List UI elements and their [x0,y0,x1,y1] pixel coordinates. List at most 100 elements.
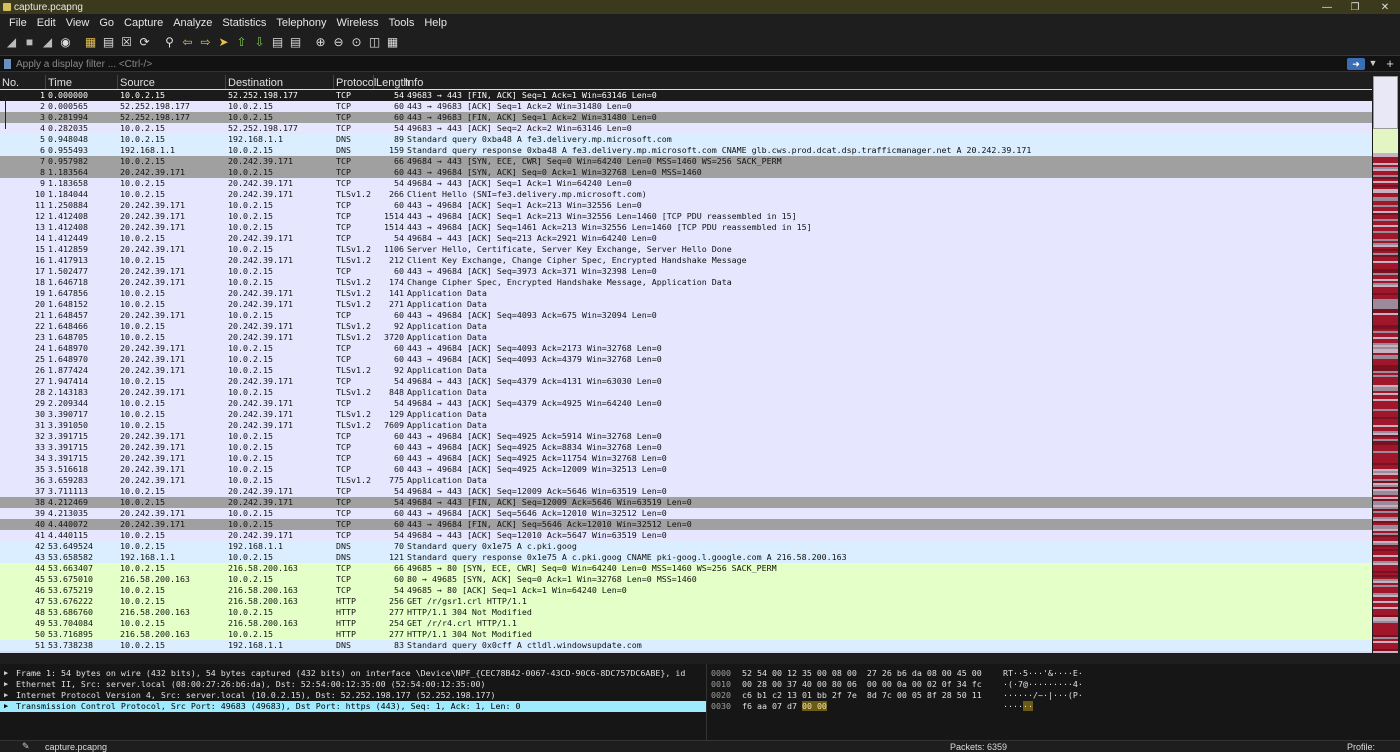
packet-row[interactable]: 43 53.658582 192.168.1.1 10.0.2.15 DNS 121 Sta… [0,552,1372,563]
packet-row[interactable]: 23 1.648705 10.0.2.15 20.242.39.171 TLSv1.2 3… [0,332,1372,343]
chevron-right-icon[interactable]: ▶ [4,701,8,712]
hex-ascii[interactable]: ·(·7@·········4· [1003,679,1083,690]
packet-row[interactable]: 19 1.647856 10.0.2.15 20.242.39.171 TLSv1.2 1… [0,288,1372,299]
packet-row[interactable]: 45 53.675010 216.58.200.163 10.0.2.15 TCP 60 8… [0,574,1372,585]
find-packet-icon[interactable]: ⚲ [162,35,177,50]
expert-info-icon[interactable]: ✎ [22,741,30,752]
restore-button[interactable]: ❐ [1340,0,1370,14]
packet-row[interactable]: 24 1.648970 20.242.39.171 10.0.2.15 TCP 60 443… [0,343,1372,354]
zoom-in-icon[interactable]: ⊕ [313,35,328,50]
packet-row[interactable]: 25 1.648970 20.242.39.171 10.0.2.15 TCP 60 443… [0,354,1372,365]
packet-row[interactable]: 40 4.440072 20.242.39.171 10.0.2.15 TCP 60 443… [0,519,1372,530]
detail-tree-item[interactable]: ▶ Ethernet II, Src: server.local (08:00:2… [0,679,706,690]
chevron-down-icon[interactable]: ▼ [1368,58,1378,70]
hex-ascii[interactable]: ······ [1003,701,1033,712]
autoscroll-icon[interactable]: ▤ [270,35,285,50]
packet-row[interactable]: 15 1.412859 20.242.39.171 10.0.2.15 TLSv1.2 1… [0,244,1372,255]
colorize-icon[interactable]: ▤ [288,35,303,50]
packet-row[interactable]: 31 3.391050 10.0.2.15 20.242.39.171 TLSv1.2 7… [0,420,1372,431]
close-button[interactable]: ✕ [1370,0,1400,14]
packet-row[interactable]: 17 1.502477 20.242.39.171 10.0.2.15 TCP 60 443… [0,266,1372,277]
packet-row[interactable]: 34 3.391715 20.242.39.171 10.0.2.15 TCP 60 443… [0,453,1372,464]
go-first-packet-icon[interactable]: ⇧ [234,35,249,50]
packet-row[interactable]: 32 3.391715 20.242.39.171 10.0.2.15 TCP 60 443… [0,431,1372,442]
capture-options-icon[interactable]: ◉ [58,35,73,50]
scrollbar-thumb[interactable] [1373,76,1398,129]
go-forward-icon[interactable]: ⇨ [198,35,213,50]
packet-row[interactable]: 46 53.675219 10.0.2.15 216.58.200.163 TCP 54 4… [0,585,1372,596]
resize-columns-icon[interactable]: ◫ [367,35,382,50]
packet-list-minimap-scrollbar[interactable] [1372,75,1400,653]
chevron-right-icon[interactable]: ▶ [4,668,8,679]
packet-row[interactable]: 16 1.417913 10.0.2.15 20.242.39.171 TLSv1.2 2… [0,255,1372,266]
packet-list[interactable]: No. Time Source Destination Protocol Len… [0,75,1372,653]
packet-row[interactable]: 51 53.738238 10.0.2.15 192.168.1.1 DNS 83 Stan… [0,640,1372,651]
menu-tools[interactable]: Tools [384,17,420,29]
minimize-button[interactable]: — [1312,0,1342,14]
save-file-icon[interactable]: ▤ [101,35,116,50]
menu-go[interactable]: Go [94,17,119,29]
column-protocol[interactable]: Protocol [336,77,376,89]
column-source[interactable]: Source [120,77,155,89]
menu-edit[interactable]: Edit [32,17,61,29]
packet-row[interactable]: 20 1.648152 10.0.2.15 20.242.39.171 TLSv1.2 2… [0,299,1372,310]
packet-row[interactable]: 44 53.663407 10.0.2.15 216.58.200.163 TCP 66 4… [0,563,1372,574]
menu-wireless[interactable]: Wireless [332,17,384,29]
packet-row[interactable]: 29 2.209344 10.0.2.15 20.242.39.171 TCP 54 496… [0,398,1372,409]
detail-tree-item[interactable]: ▶ Transmission Control Protocol, Src Port… [0,701,706,712]
chevron-right-icon[interactable]: ▶ [4,690,8,701]
menu-view[interactable]: View [61,17,95,29]
packet-row[interactable]: 38 4.212469 10.0.2.15 20.242.39.171 TCP 54 496… [0,497,1372,508]
packet-row[interactable]: 12 1.412408 20.242.39.171 10.0.2.15 TCP 1514 4… [0,211,1372,222]
apply-filter-arrow-icon[interactable]: ➜ [1347,58,1365,70]
menu-capture[interactable]: Capture [119,17,168,29]
packet-row[interactable]: 22 1.648466 10.0.2.15 20.242.39.171 TLSv1.2 9… [0,321,1372,332]
packet-details-pane[interactable]: ▶ Frame 1: 54 bytes on wire (432 bits), 5… [0,664,706,740]
packet-row[interactable]: 2 0.000565 52.252.198.177 10.0.2.15 TCP 60 443… [0,101,1372,112]
stop-capture-icon[interactable]: ■ [22,35,37,50]
packet-row[interactable]: 41 4.440115 10.0.2.15 20.242.39.171 TCP 54 496… [0,530,1372,541]
reload-file-icon[interactable]: ⟳ [137,35,152,50]
open-file-icon[interactable]: ▦ [83,35,98,50]
go-to-packet-icon[interactable]: ➤ [216,35,231,50]
column-info[interactable]: Info [405,77,423,89]
restart-capture-icon[interactable]: ◢ [40,35,55,50]
packet-row[interactable]: 26 1.877424 20.242.39.171 10.0.2.15 TLSv1.2 9… [0,365,1372,376]
hex-ascii[interactable]: ······/~·|···(P· [1003,690,1083,701]
column-no[interactable]: No. [2,77,19,89]
hex-bytes-highlight[interactable]: 00 00 [801,701,827,711]
packet-row[interactable]: 8 1.183564 20.242.39.171 10.0.2.15 TCP 60 443 … [0,167,1372,178]
packet-row[interactable]: 47 53.676222 10.0.2.15 216.58.200.163 HTTP 25… [0,596,1372,607]
menu-statistics[interactable]: Statistics [217,17,271,29]
hex-bytes[interactable]: 00 28 00 37 40 00 80 06 00 00 0a 00 02 0… [742,679,982,690]
packet-row[interactable]: 7 0.957982 10.0.2.15 20.242.39.171 TCP 66 4968… [0,156,1372,167]
packet-row[interactable]: 1 0.000000 10.0.2.15 52.252.198.177 TCP 54 496… [0,90,1372,101]
packet-row[interactable]: 50 53.716895 216.58.200.163 10.0.2.15 HTTP 27… [0,629,1372,640]
add-filter-button-icon[interactable]: + [1384,56,1396,71]
packet-row[interactable]: 27 1.947414 10.0.2.15 20.242.39.171 TCP 54 496… [0,376,1372,387]
packet-bytes-pane[interactable]: 0000 52 54 00 12 35 00 08 00 27 26 b6 da … [706,664,1400,740]
zoom-out-icon[interactable]: ⊖ [331,35,346,50]
packet-row[interactable]: 18 1.646718 20.242.39.171 10.0.2.15 TLSv1.2 1… [0,277,1372,288]
packet-row[interactable]: 14 1.412449 10.0.2.15 20.242.39.171 TCP 54 496… [0,233,1372,244]
chevron-right-icon[interactable]: ▶ [4,679,8,690]
packet-row[interactable]: 21 1.648457 20.242.39.171 10.0.2.15 TCP 60 443… [0,310,1372,321]
shark-fin-start-icon[interactable]: ◢ [4,35,19,50]
packet-row[interactable]: 37 3.711113 10.0.2.15 20.242.39.171 TCP 54 496… [0,486,1372,497]
packet-row[interactable]: 49 53.704084 10.0.2.15 216.58.200.163 HTTP 25… [0,618,1372,629]
packet-row[interactable]: 4 0.282035 10.0.2.15 52.252.198.177 TCP 54 496… [0,123,1372,134]
close-file-icon[interactable]: ☒ [119,35,134,50]
packet-row[interactable]: 13 1.412408 20.242.39.171 10.0.2.15 TCP 1514 4… [0,222,1372,233]
packet-row[interactable]: 3 0.281994 52.252.198.177 10.0.2.15 TCP 60 443… [0,112,1372,123]
go-last-packet-icon[interactable]: ⇩ [252,35,267,50]
packet-row[interactable]: 30 3.390717 10.0.2.15 20.242.39.171 TLSv1.2 1… [0,409,1372,420]
packet-row[interactable]: 28 2.143183 20.242.39.171 10.0.2.15 TLSv1.2 8… [0,387,1372,398]
zoom-normal-icon[interactable]: ⊙ [349,35,364,50]
packet-row[interactable]: 9 1.183658 10.0.2.15 20.242.39.171 TCP 54 4968… [0,178,1372,189]
hex-bytes[interactable]: c6 b1 c2 13 01 bb 2f 7e 8d 7c 00 05 8f 2… [742,690,982,701]
packet-row[interactable]: 35 3.516618 20.242.39.171 10.0.2.15 TCP 60 443… [0,464,1372,475]
packet-row[interactable]: 48 53.686760 216.58.200.163 10.0.2.15 HTTP 27… [0,607,1372,618]
detail-tree-item[interactable]: ▶ Frame 1: 54 bytes on wire (432 bits), 5… [0,668,706,679]
packet-row[interactable]: 42 53.649524 10.0.2.15 192.168.1.1 DNS 70 Stan… [0,541,1372,552]
menu-telephony[interactable]: Telephony [271,17,331,29]
